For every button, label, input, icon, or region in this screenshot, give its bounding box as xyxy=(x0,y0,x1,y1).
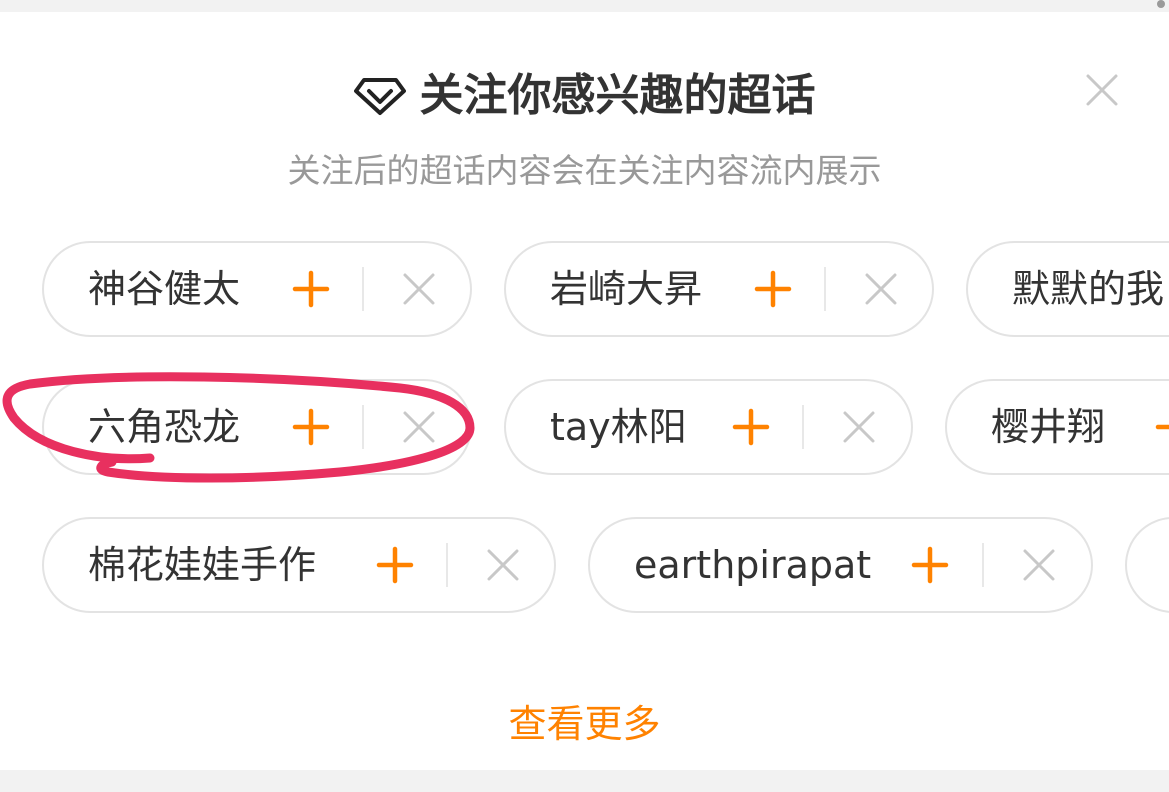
topic-chip-label: 默默的我 xyxy=(1012,267,1165,311)
topic-chip[interactable]: earthpirapat xyxy=(588,517,1093,613)
topic-chip[interactable]: 岩崎大昇 xyxy=(504,241,934,337)
follow-plus-icon[interactable] xyxy=(1155,408,1169,446)
dismiss-x-icon[interactable] xyxy=(402,272,436,306)
chip-divider xyxy=(446,543,448,587)
dialog-title: 关注你感兴趣的超话 xyxy=(419,70,816,121)
dismiss-x-icon[interactable] xyxy=(864,272,898,306)
topic-chip-label: 六角恐龙 xyxy=(88,405,241,449)
follow-plus-icon[interactable] xyxy=(911,546,949,584)
topic-chip-label: 棉花娃娃手作 xyxy=(88,543,317,587)
topic-chip[interactable]: 神谷健太 xyxy=(42,241,472,337)
topic-chip[interactable]: tay林阳 xyxy=(504,379,913,475)
diamond-icon xyxy=(353,78,406,115)
topic-chip[interactable] xyxy=(1125,517,1169,613)
chip-divider xyxy=(802,405,804,449)
chip-divider xyxy=(362,267,364,311)
see-more-link[interactable]: 查看更多 xyxy=(0,698,1169,750)
follow-plus-icon[interactable] xyxy=(292,270,330,308)
chip-divider xyxy=(824,267,826,311)
topic-chip-label: earthpirapat xyxy=(634,543,872,587)
topic-chip-label: 神谷健太 xyxy=(88,267,241,311)
dialog-title-row: 关注你感兴趣的超话 xyxy=(0,68,1169,124)
topic-chip[interactable]: 棉花娃娃手作 xyxy=(42,517,556,613)
top-background xyxy=(0,0,1169,12)
topic-chip[interactable]: 樱井翔 xyxy=(945,379,1169,475)
follow-plus-icon[interactable] xyxy=(754,270,792,308)
dismiss-x-icon[interactable] xyxy=(842,410,876,444)
chip-divider xyxy=(362,405,364,449)
dismiss-x-icon[interactable] xyxy=(1022,548,1056,582)
topic-chip-label: tay林阳 xyxy=(550,405,687,449)
topic-chip-label: 樱井翔 xyxy=(991,405,1106,449)
close-icon[interactable] xyxy=(1084,72,1120,108)
scrollbar-thumb[interactable] xyxy=(1157,0,1165,8)
chip-divider xyxy=(982,543,984,587)
follow-plus-icon[interactable] xyxy=(732,408,770,446)
dismiss-x-icon[interactable] xyxy=(486,548,520,582)
dismiss-x-icon[interactable] xyxy=(402,410,436,444)
follow-plus-icon[interactable] xyxy=(376,546,414,584)
topic-chip[interactable]: 六角恐龙 xyxy=(42,379,472,475)
topic-chip[interactable]: 默默的我 xyxy=(966,241,1169,337)
dialog-subtitle: 关注后的超话内容会在关注内容流内展示 xyxy=(287,151,882,190)
topic-chip-label: 岩崎大昇 xyxy=(550,267,703,311)
follow-plus-icon[interactable] xyxy=(292,408,330,446)
super-topic-recommend-card: 关注你感兴趣的超话 关注后的超话内容会在关注内容流内展示 神谷健太 岩崎大昇 默… xyxy=(0,12,1169,770)
bottom-background xyxy=(0,770,1169,792)
